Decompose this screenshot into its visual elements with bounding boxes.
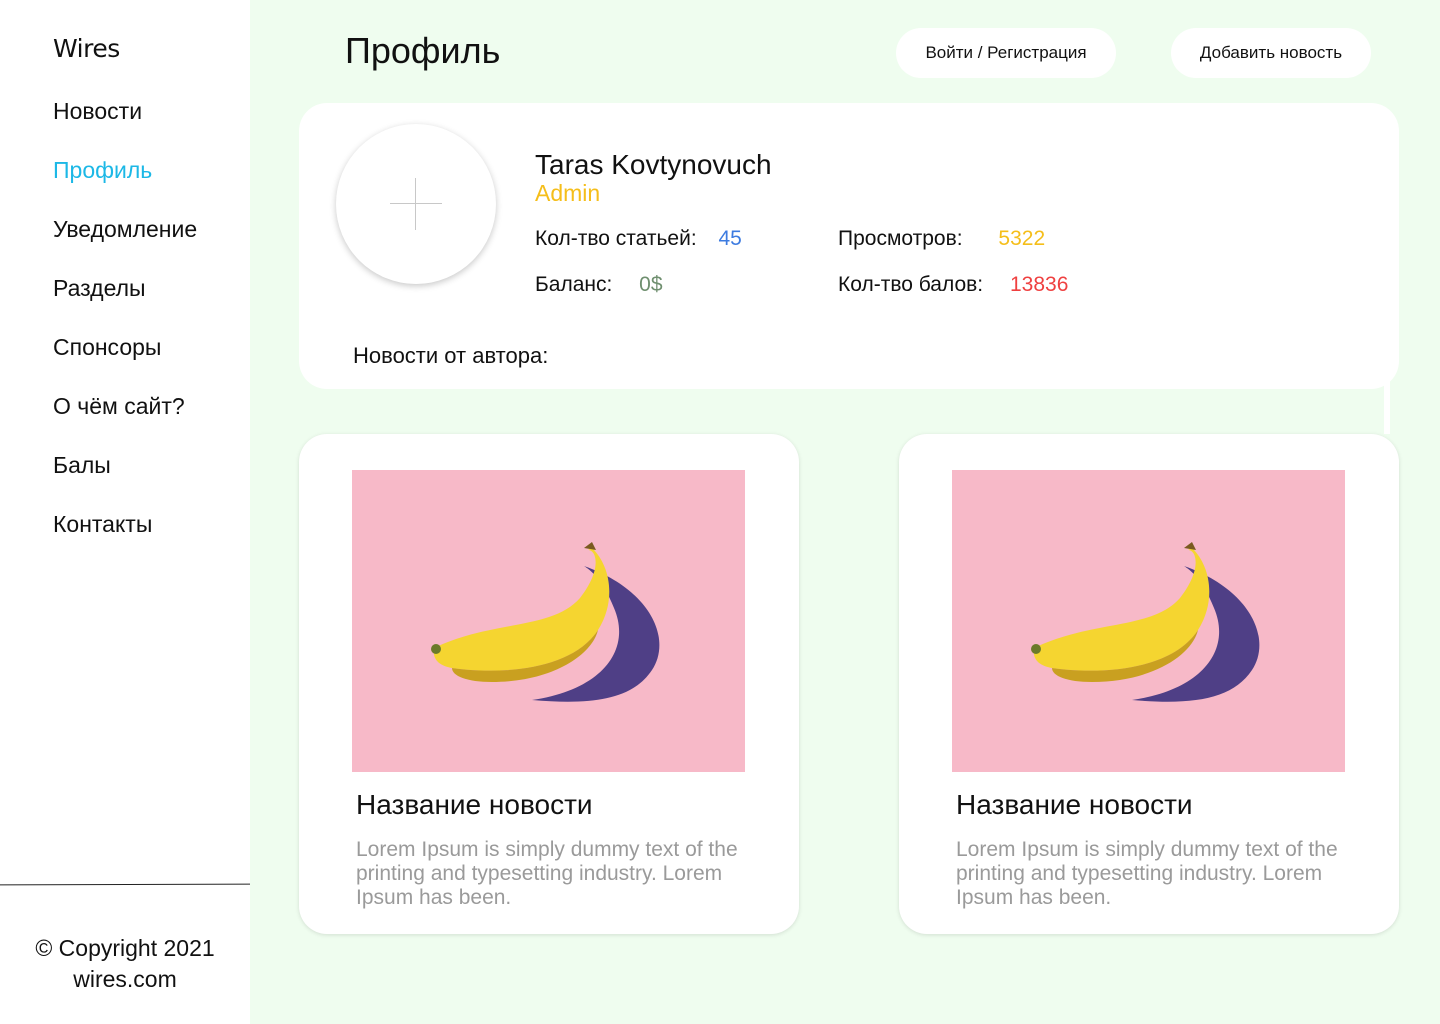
articles-count-label: Кол-тво статьей: <box>535 227 697 250</box>
copyright: © Copyright 2021 wires.com <box>0 933 250 995</box>
sidebar-item-sponsors[interactable]: Спонсоры <box>53 331 197 390</box>
copyright-line: © Copyright 2021 <box>35 935 215 961</box>
views-label: Просмотров: <box>838 227 963 250</box>
sidebar-item-contacts[interactable]: Контакты <box>53 508 197 567</box>
add-news-button[interactable]: Добавить новость <box>1171 28 1371 78</box>
views-stat: Просмотров: 5322 <box>838 225 1045 253</box>
sidebar-item-about[interactable]: О чём сайт? <box>53 390 197 449</box>
balance-value: 0$ <box>639 273 663 296</box>
points-value: 13836 <box>1009 273 1069 296</box>
news-title: Название новости <box>956 789 1193 820</box>
views-value: 5322 <box>998 227 1046 250</box>
user-name: Taras Kovtynovuch <box>535 149 772 180</box>
banana-icon <box>1031 542 1260 702</box>
sidebar: Wires Новости Профиль Уведомление Раздел… <box>0 0 251 1024</box>
balance-label: Баланс: <box>535 273 613 296</box>
balance-stat: Баланс: 0$ <box>535 271 663 299</box>
articles-count-stat: Кол-тво статьей: 45 <box>535 225 742 253</box>
news-excerpt: Lorem Ipsum is simply dummy text of the … <box>356 838 738 909</box>
points-stat: Кол-тво балов: 13836 <box>838 271 1068 299</box>
plus-icon <box>390 203 442 204</box>
sidebar-nav: Новости Профиль Уведомление Разделы Спон… <box>53 95 197 567</box>
news-card[interactable]: Название новости Lorem Ipsum is simply d… <box>299 434 799 934</box>
news-title: Название новости <box>356 789 593 820</box>
copyright-site: wires.com <box>73 966 177 992</box>
authors-news-heading: Новости от автора: <box>353 343 549 368</box>
sidebar-item-news[interactable]: Новости <box>53 95 197 154</box>
sidebar-item-points[interactable]: Балы <box>53 449 197 508</box>
banana-icon <box>431 542 660 702</box>
user-role: Admin <box>535 180 601 206</box>
articles-count-value: 45 <box>718 227 742 250</box>
page-title: Профиль <box>345 30 501 71</box>
sidebar-item-sections[interactable]: Разделы <box>53 272 197 331</box>
news-image <box>352 470 745 772</box>
news-excerpt: Lorem Ipsum is simply dummy text of the … <box>956 838 1338 909</box>
profile-card: Taras Kovtynovuch Admin Кол-тво статьей:… <box>299 103 1399 389</box>
logo[interactable]: Wires <box>53 34 120 63</box>
news-card[interactable]: Название новости Lorem Ipsum is simply d… <box>899 434 1399 934</box>
plus-icon-vertical <box>415 178 416 230</box>
sidebar-divider <box>0 883 251 886</box>
login-register-button[interactable]: Войти / Регистрация <box>896 28 1116 78</box>
points-label: Кол-тво балов: <box>838 273 984 296</box>
avatar-upload[interactable] <box>336 124 496 284</box>
sidebar-item-notifications[interactable]: Уведомление <box>53 213 197 272</box>
news-image <box>952 470 1345 772</box>
card-tail <box>1384 380 1390 434</box>
sidebar-item-profile[interactable]: Профиль <box>53 154 197 213</box>
